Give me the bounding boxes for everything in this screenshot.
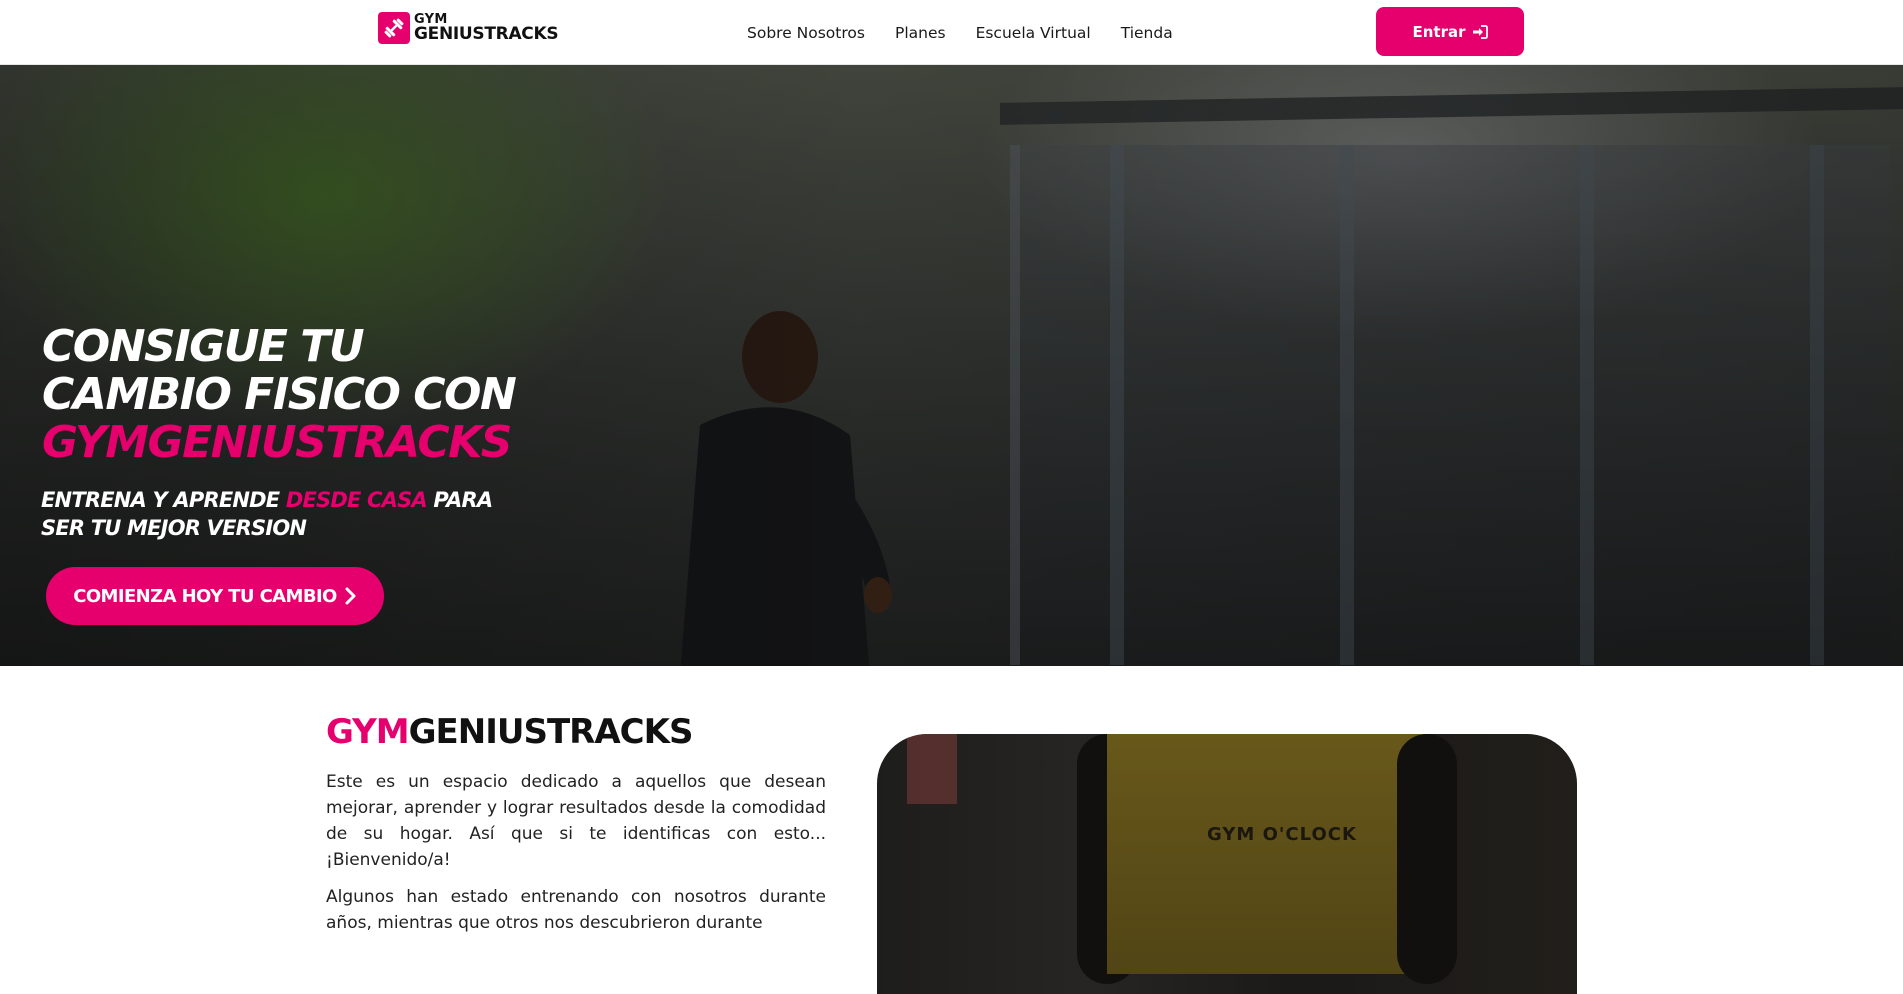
nav-link-planes[interactable]: Planes (895, 24, 946, 42)
about-title-rest: GENIUSTRACKS (408, 712, 694, 752)
hero-title-line1: CONSIGUE TU (42, 321, 365, 372)
main-nav: Sobre Nosotros Planes Escuela Virtual Ti… (747, 0, 1173, 65)
image-shade (877, 734, 1577, 994)
hero-subtitle: ENTRENA Y APRENDE DESDE CASA PARA SER TU… (41, 486, 541, 542)
start-change-button-label: COMIENZA HOY TU CAMBIO (73, 585, 337, 607)
nav-link-escuela-virtual[interactable]: Escuela Virtual (976, 24, 1091, 42)
hero-subtitle-accent: DESDE CASA (285, 488, 428, 512)
sign-in-icon (1472, 24, 1488, 39)
about-image: GYM O'CLOCK (877, 734, 1577, 994)
logo-text-bottom: GENIUSTRACKS (414, 24, 559, 44)
site-logo[interactable]: GYM GENIUSTRACKS (378, 11, 563, 45)
nav-link-sobre-nosotros[interactable]: Sobre Nosotros (747, 24, 865, 42)
about-title: GYMGENIUSTRACKS (326, 712, 694, 752)
login-button[interactable]: Entrar (1376, 7, 1524, 56)
chevron-right-icon (345, 587, 356, 605)
hero-subtitle-part1: ENTRENA Y APRENDE (41, 488, 286, 512)
about-text: Este es un espacio dedicado a aquellos q… (326, 769, 826, 947)
start-change-button[interactable]: COMIENZA HOY TU CAMBIO (46, 567, 384, 625)
hero-title-line2: CAMBIO FISICO CON (42, 369, 517, 420)
about-title-accent: GYM (326, 712, 410, 752)
about-paragraph-2: Algunos han estado entrenando con nosotr… (326, 887, 826, 933)
hero-title: CONSIGUE TU CAMBIO FISICO CON GYMGENIUST… (42, 323, 602, 467)
hero-title-accent: GYMGENIUSTRACKS (42, 417, 512, 468)
nav-link-tienda[interactable]: Tienda (1121, 24, 1173, 42)
hero-section: CONSIGUE TU CAMBIO FISICO CON GYMGENIUST… (0, 65, 1903, 666)
navbar: GYM GENIUSTRACKS Sobre Nosotros Planes E… (0, 0, 1903, 65)
dumbbell-icon (378, 12, 410, 44)
about-paragraph-1: Este es un espacio dedicado a aquellos q… (326, 772, 826, 870)
login-button-label: Entrar (1412, 22, 1466, 41)
